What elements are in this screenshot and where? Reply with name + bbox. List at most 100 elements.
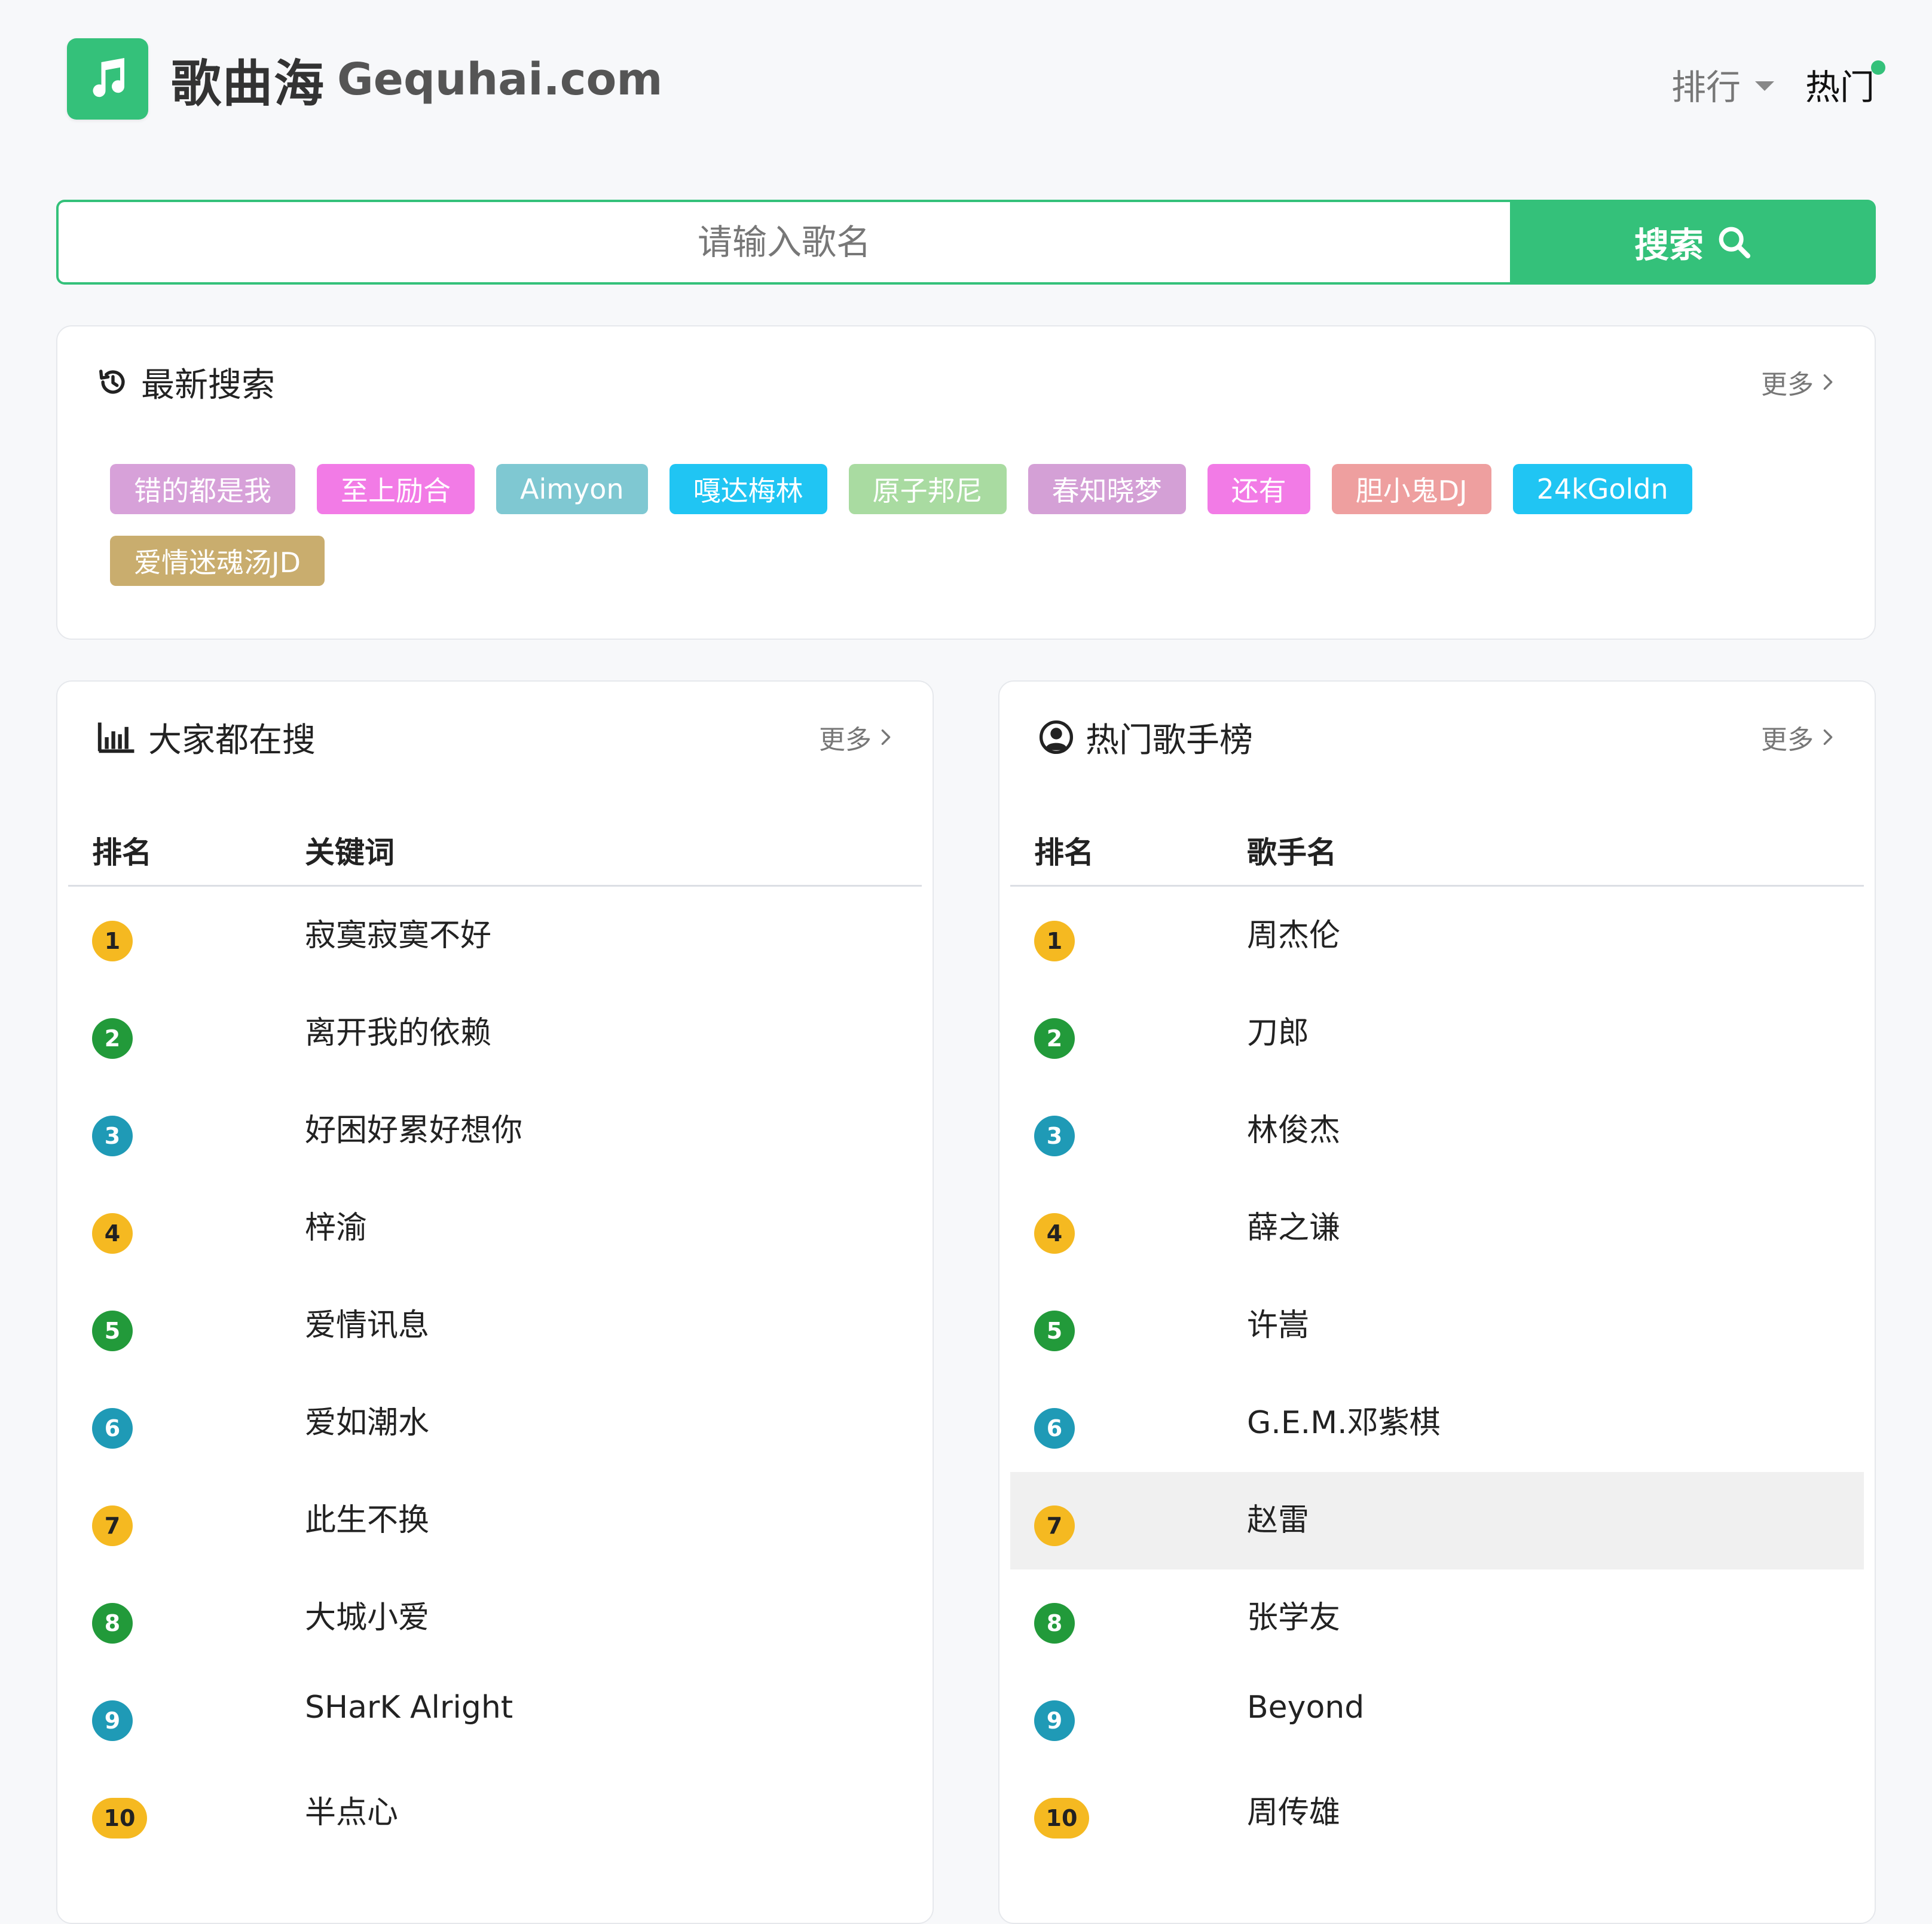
keyword-link[interactable]: 此生不换	[305, 1495, 429, 1540]
hot-singers-title-text: 热门歌手榜	[1086, 720, 1253, 760]
site-name-en: Gequhai.com	[337, 54, 663, 105]
singers-table-body: 1 周杰伦 2 刀郎 3 林俊杰 4 薛之谦 5 许嵩 6 G.E.M.邓紫棋 7 赵雷 8 张学友 9 Beyo…	[1010, 887, 1864, 1862]
col-rank: 排名	[92, 835, 152, 870]
table-row[interactable]: 10 半点心	[68, 1764, 922, 1862]
rank-badge: 1	[92, 921, 133, 961]
singer-link[interactable]: 周传雄	[1247, 1787, 1340, 1832]
site-logo[interactable]	[67, 38, 148, 120]
recent-more-link[interactable]: 更多	[1761, 361, 1835, 403]
keyword-link[interactable]: 爱如潮水	[305, 1397, 429, 1442]
table-row[interactable]: 4 梓渝	[68, 1180, 922, 1277]
recent-searches-title: 最新搜索	[97, 355, 275, 409]
table-row[interactable]: 4 薛之谦	[1010, 1180, 1864, 1277]
table-row[interactable]: 6 爱如潮水	[68, 1375, 922, 1472]
recent-tag[interactable]: 24kGoldn	[1512, 464, 1692, 514]
popular-table-body: 1 寂寞寂寞不好 2 离开我的依赖 3 好困好累好想你 4 梓渝 5 爱情讯息 6 爱如潮水 7 此生不换…	[68, 887, 922, 1862]
rank-badge: 3	[92, 1116, 133, 1156]
recent-tag[interactable]: Aimyon	[496, 464, 648, 514]
recent-tag[interactable]: 爱情迷魂汤JD	[110, 536, 325, 586]
rank-badge: 4	[1034, 1213, 1075, 1254]
table-row[interactable]: 6 G.E.M.邓紫棋	[1010, 1375, 1864, 1472]
singer-link[interactable]: 林俊杰	[1247, 1105, 1340, 1150]
singer-link[interactable]: 赵雷	[1247, 1495, 1309, 1540]
table-row[interactable]: 2 刀郎	[1010, 985, 1864, 1082]
search-button[interactable]: 搜索	[1510, 200, 1876, 285]
nav-hot-label: 热门	[1805, 67, 1875, 108]
singer-link[interactable]: G.E.M.邓紫棋	[1247, 1397, 1441, 1442]
bar-chart-icon	[97, 722, 134, 753]
recent-tag[interactable]: 至上励合	[317, 464, 475, 514]
rank-badge: 7	[92, 1505, 133, 1546]
keyword-link[interactable]: 寂寞寂寞不好	[305, 910, 491, 955]
recent-tag[interactable]: 春知晓梦	[1028, 464, 1186, 514]
rank-badge: 10	[1034, 1798, 1089, 1839]
singer-link[interactable]: 薛之谦	[1247, 1202, 1340, 1247]
singer-link[interactable]: 许嵩	[1247, 1300, 1309, 1345]
table-row[interactable]: 7 此生不换	[68, 1472, 922, 1569]
recent-searches-title-text: 最新搜索	[141, 365, 275, 405]
col-rank: 排名	[1034, 835, 1094, 870]
table-row[interactable]: 8 大城小爱	[68, 1569, 922, 1667]
singers-table-header: 排名 歌手名	[1010, 816, 1864, 887]
popular-more-label: 更多	[819, 725, 872, 755]
singer-link[interactable]: 刀郎	[1247, 1007, 1309, 1052]
rank-badge: 9	[1034, 1700, 1075, 1741]
music-note-icon	[93, 58, 125, 97]
singer-link[interactable]: 张学友	[1247, 1592, 1340, 1637]
singer-link[interactable]: Beyond	[1247, 1690, 1364, 1726]
rank-badge: 6	[1034, 1408, 1075, 1449]
singers-more-label: 更多	[1761, 725, 1814, 755]
caret-down-icon	[1754, 81, 1774, 91]
keyword-link[interactable]: 爱情讯息	[305, 1300, 429, 1345]
recent-tag[interactable]: 胆小鬼DJ	[1331, 464, 1491, 514]
rank-badge: 4	[92, 1213, 133, 1254]
search-icon	[1719, 227, 1751, 259]
rank-badge: 5	[1034, 1311, 1075, 1351]
keyword-link[interactable]: 好困好累好想你	[305, 1105, 522, 1150]
table-row[interactable]: 2 离开我的依赖	[68, 985, 922, 1082]
rank-badge: 7	[1034, 1505, 1075, 1546]
chevron-right-icon	[1823, 374, 1833, 390]
keyword-link[interactable]: 梓渝	[305, 1202, 367, 1247]
table-row[interactable]: 5 许嵩	[1010, 1277, 1864, 1375]
recent-tag[interactable]: 还有	[1207, 464, 1310, 514]
table-row[interactable]: 3 好困好累好想你	[68, 1082, 922, 1180]
table-row[interactable]: 3 林俊杰	[1010, 1082, 1864, 1180]
table-row[interactable]: 10 周传雄	[1010, 1764, 1864, 1862]
recent-tag[interactable]: 嘎达梅林	[669, 464, 827, 514]
rank-badge: 8	[92, 1603, 133, 1644]
popular-more-link[interactable]: 更多	[819, 716, 893, 758]
rank-badge: 8	[1034, 1603, 1075, 1644]
table-row[interactable]: 1 周杰伦	[1010, 887, 1864, 985]
notification-dot	[1871, 60, 1885, 75]
rank-badge: 10	[92, 1798, 147, 1839]
recent-searches-card: 最新搜索 更多 错的都是我 至上励合 Aimyon 嘎达梅林 原子邦尼 春知晓梦 还有 胆小鬼…	[56, 325, 1876, 640]
table-row[interactable]: 9 SHarK Alright	[68, 1667, 922, 1764]
keyword-link[interactable]: 离开我的依赖	[305, 1007, 491, 1052]
table-row[interactable]: 8 张学友	[1010, 1569, 1864, 1667]
table-row[interactable]: 7 赵雷	[1010, 1472, 1864, 1569]
rank-badge: 5	[92, 1311, 133, 1351]
keyword-link[interactable]: 半点心	[305, 1787, 398, 1832]
table-row[interactable]: 5 爱情讯息	[68, 1277, 922, 1375]
keyword-link[interactable]: 大城小爱	[305, 1592, 429, 1637]
recent-tag[interactable]: 原子邦尼	[848, 464, 1007, 514]
recent-tag[interactable]: 错的都是我	[110, 464, 295, 514]
search-input[interactable]	[56, 200, 1510, 285]
nav-ranking-label: 排行	[1671, 67, 1741, 108]
hot-singers-card: 热门歌手榜 更多 排名 歌手名 1 周杰伦 2 刀郎 3 林俊杰 4 薛之谦 5 许嵩 6 G.E.M…	[998, 680, 1876, 1924]
popular-searches-title-text: 大家都在搜	[148, 720, 316, 760]
rank-badge: 2	[92, 1018, 133, 1059]
keyword-link[interactable]: SHarK Alright	[305, 1690, 513, 1726]
singer-link[interactable]: 周杰伦	[1247, 910, 1340, 955]
table-row[interactable]: 9 Beyond	[1010, 1667, 1864, 1764]
nav-hot[interactable]: 热门	[1805, 59, 1885, 109]
popular-table-header: 排名 关键词	[68, 816, 922, 887]
table-row[interactable]: 1 寂寞寂寞不好	[68, 887, 922, 985]
search-button-label: 搜索	[1634, 225, 1704, 265]
rank-badge: 6	[92, 1408, 133, 1449]
nav-ranking-dropdown[interactable]: 排行	[1671, 59, 1774, 109]
site-name[interactable]: 歌曲海 Gequhai.com	[171, 47, 663, 113]
singers-more-link[interactable]: 更多	[1761, 716, 1835, 758]
popular-searches-title: 大家都在搜	[97, 710, 316, 764]
